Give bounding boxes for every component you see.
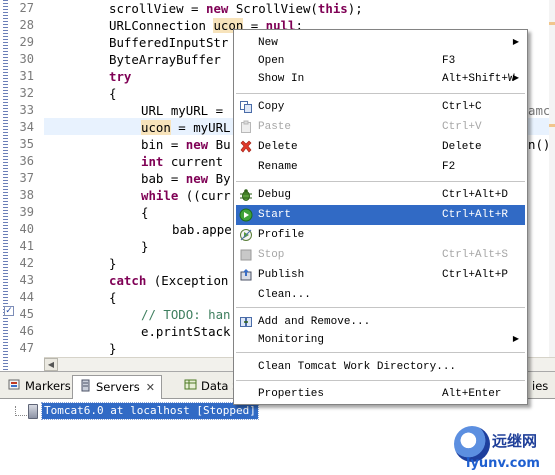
occurrence-marker[interactable] bbox=[549, 124, 555, 127]
code-line-42[interactable]: } bbox=[109, 255, 116, 272]
menu-item-stop[interactable]: Stop Ctrl+Alt+S bbox=[236, 245, 525, 265]
tree-connector bbox=[15, 406, 29, 416]
menu-item-properties[interactable]: Properties Alt+Enter bbox=[236, 384, 525, 404]
code-line-36[interactable]: int current bbox=[141, 153, 223, 170]
menu-item-open[interactable]: Open F3 bbox=[236, 51, 525, 71]
stop-icon bbox=[239, 248, 253, 262]
line-number: 27 bbox=[19, 1, 34, 15]
code-line-34[interactable]: ucon = myURL bbox=[141, 119, 231, 136]
code-line-37[interactable]: bab = new By bbox=[141, 170, 231, 187]
code-line-33[interactable]: URL myURL = bbox=[141, 102, 231, 119]
menu-separator bbox=[236, 93, 525, 94]
menu-item-rename[interactable]: Rename F2 bbox=[236, 157, 525, 177]
server-row[interactable]: Tomcat6.0 at localhost [Stopped] bbox=[28, 402, 259, 420]
menu-separator bbox=[236, 380, 525, 381]
profile-icon bbox=[239, 228, 253, 242]
menu-item-new[interactable]: New ▶ bbox=[236, 33, 525, 53]
debug-icon bbox=[239, 188, 253, 202]
menu-item-show-in[interactable]: Show In Alt+Shift+W ▶ bbox=[236, 69, 525, 89]
line-number: 30 bbox=[19, 52, 34, 66]
code-line-39[interactable]: { bbox=[141, 204, 148, 221]
code-line-40[interactable]: bab.appe bbox=[172, 221, 232, 238]
paste-icon bbox=[239, 120, 253, 134]
menu-item-add-and-remove[interactable]: Add and Remove... bbox=[236, 312, 525, 332]
watermark-url-text: lyunv.com bbox=[466, 456, 540, 471]
menu-item-paste[interactable]: Paste Ctrl+V bbox=[236, 117, 525, 137]
line-number: 29 bbox=[19, 35, 34, 49]
code-line-43[interactable]: catch (Exception bbox=[109, 272, 228, 289]
code-line-30[interactable]: ByteArrayBuffer bbox=[109, 51, 221, 68]
menu-item-clean[interactable]: Clean... bbox=[236, 285, 525, 305]
watermark-cn-text: 远继网 bbox=[492, 432, 538, 450]
line-number: 33 bbox=[19, 103, 34, 117]
occurrence-marker[interactable] bbox=[549, 22, 555, 25]
publish-icon bbox=[239, 268, 253, 282]
chevron-right-icon: ▶ bbox=[512, 335, 519, 344]
line-number: 36 bbox=[19, 154, 34, 168]
code-line-31[interactable]: try bbox=[109, 68, 131, 85]
menu-item-copy[interactable]: Copy Ctrl+C bbox=[236, 97, 525, 117]
code-line-46[interactable]: e.printStack bbox=[141, 323, 231, 340]
menu-item-monitoring[interactable]: Monitoring ▶ bbox=[236, 330, 525, 350]
line-number: 34 bbox=[19, 120, 34, 134]
line-number: 38 bbox=[19, 188, 34, 202]
line-number: 42 bbox=[19, 256, 34, 270]
menu-item-start[interactable]: Start Ctrl+Alt+R bbox=[236, 205, 525, 225]
menu-separator bbox=[236, 307, 525, 308]
line-number: 41 bbox=[19, 239, 34, 253]
line-number: 40 bbox=[19, 222, 34, 236]
tab-label: Servers bbox=[96, 380, 140, 394]
line-number: 28 bbox=[19, 18, 34, 32]
context-menu: New ▶ Open F3 Show In Alt+Shift+W ▶ Copy Ct… bbox=[233, 29, 528, 405]
line-number: 44 bbox=[19, 290, 34, 304]
line-number: 46 bbox=[19, 324, 34, 338]
code-line-47[interactable]: } bbox=[109, 340, 116, 357]
menu-item-publish[interactable]: Publish Ctrl+Alt+P bbox=[236, 265, 525, 285]
markers-icon bbox=[8, 376, 21, 398]
code-line-27[interactable]: scrollView = new ScrollView(this); bbox=[109, 0, 363, 17]
close-icon[interactable]: ✕ bbox=[146, 377, 155, 399]
tab-properties[interactable]: ies bbox=[532, 375, 548, 399]
server-icon bbox=[28, 404, 38, 419]
menu-item-debug[interactable]: Debug Ctrl+Alt+D bbox=[236, 185, 525, 205]
tab-markers[interactable]: Markers bbox=[2, 375, 77, 399]
menu-item-profile[interactable]: Profile bbox=[236, 225, 525, 245]
tab-label: Markers bbox=[25, 379, 71, 393]
data-source-icon bbox=[184, 376, 197, 398]
line-number: 31 bbox=[19, 69, 34, 83]
menu-separator bbox=[236, 181, 525, 182]
line-number: 39 bbox=[19, 205, 34, 219]
line-number: 47 bbox=[19, 341, 34, 355]
chevron-right-icon: ▶ bbox=[512, 74, 519, 83]
scroll-left-icon[interactable]: ◀ bbox=[44, 358, 58, 371]
code-line-44[interactable]: { bbox=[109, 289, 116, 306]
task-marker-icon[interactable]: ✓ bbox=[4, 306, 14, 316]
add-remove-icon bbox=[239, 315, 253, 329]
code-line-41[interactable]: } bbox=[141, 238, 148, 255]
code-line-29[interactable]: BufferedInputStr bbox=[109, 34, 228, 51]
menu-item-clean-tomcat-work-directory[interactable]: Clean Tomcat Work Directory... bbox=[236, 357, 525, 377]
overview-ruler[interactable] bbox=[549, 0, 555, 360]
tab-servers[interactable]: Servers ✕ bbox=[72, 375, 162, 399]
menu-separator bbox=[236, 352, 525, 353]
copy-icon bbox=[239, 100, 253, 114]
servers-icon bbox=[79, 377, 92, 399]
chevron-right-icon: ▶ bbox=[512, 38, 519, 47]
line-number: 43 bbox=[19, 273, 34, 287]
code-line-35[interactable]: bin = new Bu bbox=[141, 136, 231, 153]
code-line-45[interactable]: // TODO: han bbox=[141, 306, 231, 323]
line-number: 37 bbox=[19, 171, 34, 185]
menu-item-delete[interactable]: Delete Delete bbox=[236, 137, 525, 157]
start-icon bbox=[239, 208, 253, 222]
line-number: 35 bbox=[19, 137, 34, 151]
watermark-logo: 远继网 lyunv.com bbox=[452, 426, 555, 474]
delete-icon bbox=[239, 140, 253, 154]
code-line-32[interactable]: { bbox=[109, 85, 116, 102]
line-number: 32 bbox=[19, 86, 34, 100]
code-line-38[interactable]: while ((curr bbox=[141, 187, 231, 204]
server-label[interactable]: Tomcat6.0 at localhost [Stopped] bbox=[41, 402, 259, 420]
